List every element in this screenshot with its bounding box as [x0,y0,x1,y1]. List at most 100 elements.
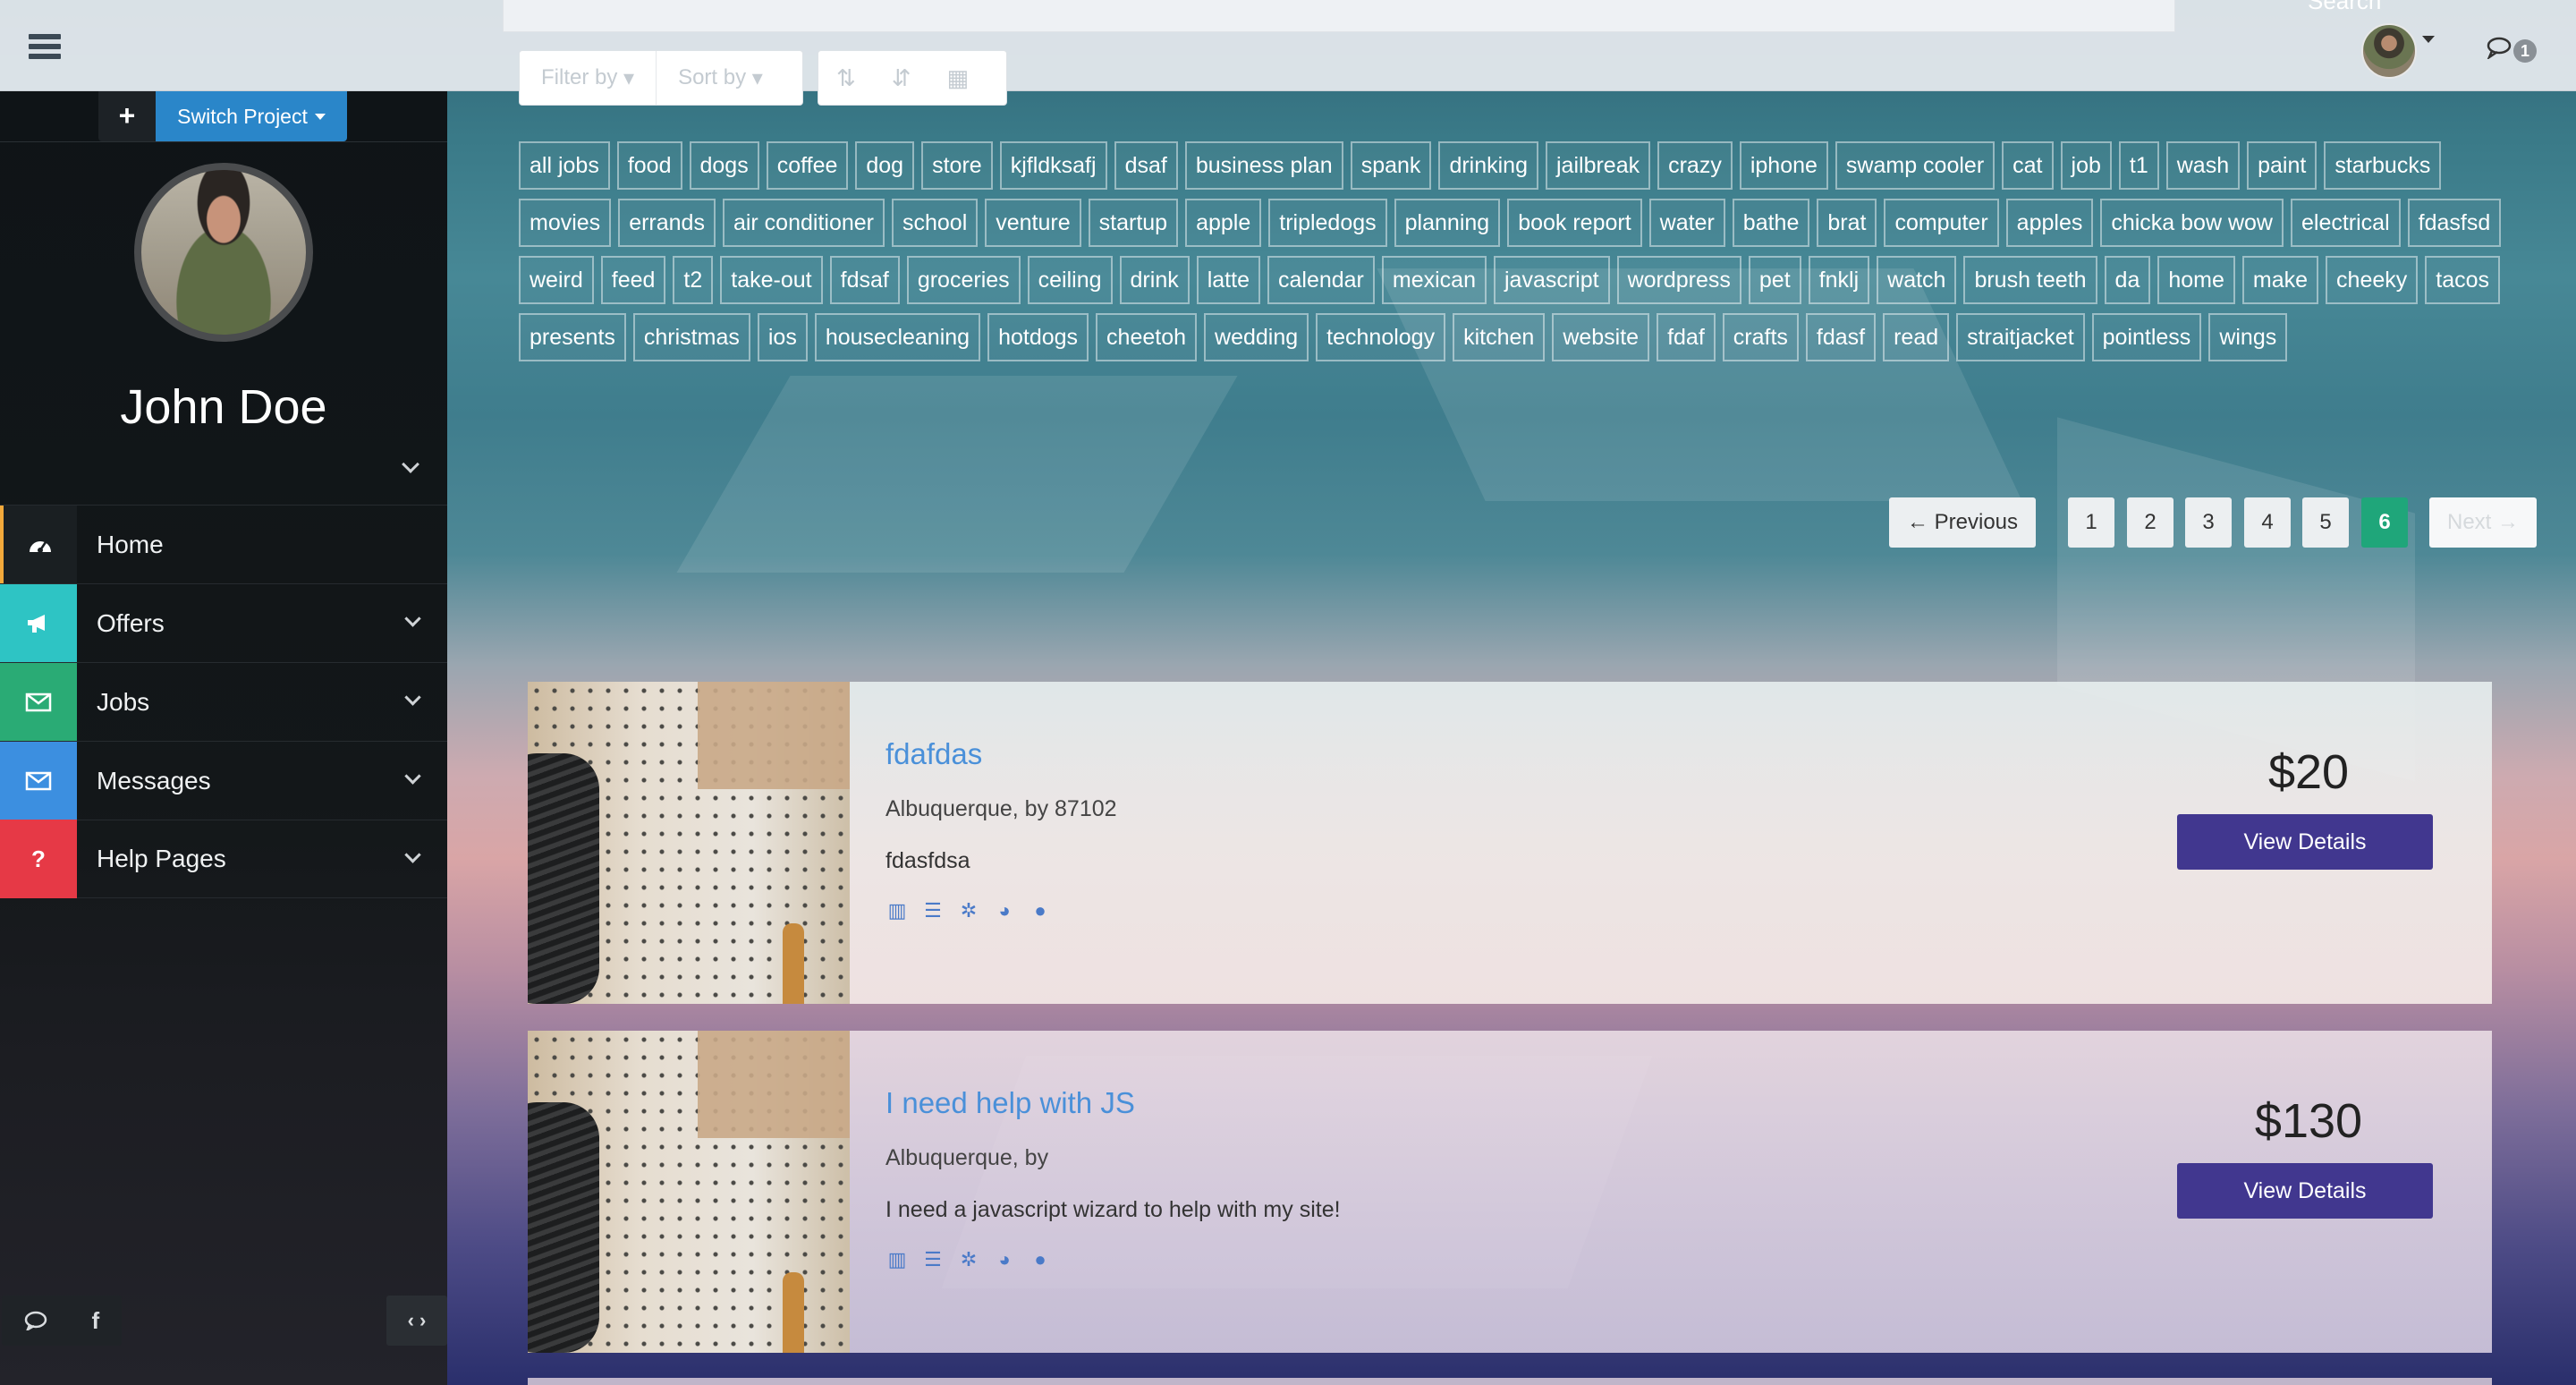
grid-view-icon[interactable]: ▦ [929,51,987,105]
view-details-button[interactable]: View Details [2177,1163,2433,1219]
facebook-icon[interactable]: f [91,1307,99,1335]
tag-button[interactable]: apple [1185,199,1262,247]
chart-icon[interactable]: ▥ [886,1249,909,1270]
sort-by-dropdown[interactable]: Sort by ▾ [657,51,784,105]
tag-button[interactable]: fdaf [1657,313,1716,361]
tag-button[interactable]: cheetoh [1096,313,1198,361]
tag-button[interactable]: swamp cooler [1835,141,1996,190]
tag-button[interactable]: wordpress [1616,256,1741,304]
tag-button[interactable]: christmas [632,313,750,361]
tag-button[interactable]: wedding [1204,313,1309,361]
tag-button[interactable]: straitjacket [1956,313,2085,361]
tag-button[interactable]: fdasf [1805,313,1877,361]
dashboard-icon[interactable]: ◕ [993,1249,1016,1270]
tag-button[interactable]: book report [1507,199,1642,247]
tag-button[interactable]: movies [519,199,612,247]
tag-button[interactable]: wings [2208,313,2288,361]
tag-button[interactable]: ceiling [1027,256,1113,304]
tag-button[interactable]: mexican [1381,256,1487,304]
profile-menu-chevron-icon[interactable] [402,455,419,473]
chat-bubble-icon[interactable] [2487,36,2517,59]
tag-button[interactable]: pointless [2091,313,2202,361]
pagination-page-1[interactable]: 1 [2068,497,2114,548]
tag-button[interactable]: iphone [1739,141,1828,190]
tag-button[interactable]: paint [2247,141,2318,190]
tag-button[interactable]: fnklj [1808,256,1870,304]
search-input[interactable] [503,0,2175,32]
tag-button[interactable]: latte [1196,256,1260,304]
user-icon[interactable]: ● [1029,1249,1052,1270]
tag-button[interactable]: job [2060,141,2112,190]
tag-button[interactable]: wash [2165,141,2241,190]
user-menu-caret-icon[interactable] [2422,36,2435,43]
tag-button[interactable]: water [1648,199,1725,247]
code-toggle-icon[interactable]: ‹ › [386,1296,447,1346]
user-icon[interactable]: ● [1029,900,1052,922]
tag-button[interactable]: drink [1119,256,1190,304]
tag-button[interactable]: electrical [2290,199,2401,247]
add-project-button[interactable]: + [98,91,156,141]
tag-button[interactable]: take-out [720,256,823,304]
tag-button[interactable]: food [616,141,682,190]
tag-button[interactable]: dsaf [1114,141,1178,190]
pagination-previous-button[interactable]: ← Previous [1889,497,2036,548]
tag-button[interactable]: cat [2002,141,2054,190]
tag-button[interactable]: website [1552,313,1650,361]
tag-button[interactable]: hotdogs [987,313,1089,361]
job-title-link[interactable]: I need help with JS [886,1086,1135,1120]
pagination-page-2[interactable]: 2 [2127,497,2174,548]
tag-button[interactable]: fdsaf [829,256,900,304]
list-icon[interactable]: ☰ [921,900,945,922]
tag-button[interactable]: coffee [766,141,849,190]
switch-project-button[interactable]: Switch Project [156,91,347,141]
tag-button[interactable]: home [2157,256,2235,304]
tag-button[interactable]: drinking [1438,141,1538,190]
tag-button[interactable]: crafts [1722,313,1799,361]
tag-button[interactable]: presents [519,313,626,361]
gear-icon[interactable]: ✲ [957,1249,980,1270]
user-avatar[interactable] [2361,23,2417,79]
tag-button[interactable]: ios [757,313,808,361]
tag-button[interactable]: t1 [2118,141,2159,190]
tag-button[interactable]: t2 [673,256,714,304]
sidebar-item-messages[interactable]: Messages [0,741,447,820]
tag-button[interactable]: air conditioner [722,199,885,247]
tag-button[interactable]: fdasfsd [2407,199,2502,247]
tag-button[interactable]: cheeky [2326,256,2419,304]
gear-icon[interactable]: ✲ [957,900,980,922]
tag-button[interactable]: planning [1394,199,1501,247]
tag-button[interactable]: dogs [689,141,759,190]
pagination-next-button[interactable]: Next → [2429,497,2537,548]
pagination-page-4[interactable]: 4 [2244,497,2291,548]
tag-button[interactable]: kjfldksafj [999,141,1107,190]
tag-button[interactable]: computer [1884,199,1999,247]
filter-by-dropdown[interactable]: Filter by ▾ [520,51,657,105]
pagination-page-6-active[interactable]: 6 [2361,497,2408,548]
tag-button[interactable]: housecleaning [814,313,981,361]
tag-button[interactable]: store [921,141,993,190]
tag-button[interactable]: da [2104,256,2151,304]
pagination-page-3[interactable]: 3 [2185,497,2232,548]
sidebar-item-offers[interactable]: Offers [0,583,447,663]
tag-button[interactable]: chicka bow wow [2100,199,2284,247]
tag-button[interactable]: weird [519,256,594,304]
sidebar-item-home[interactable]: Home [0,505,447,584]
sort-descending-icon[interactable]: ⇵ [874,51,929,105]
tag-button[interactable]: calendar [1267,256,1375,304]
dashboard-icon[interactable]: ◕ [993,900,1016,922]
comment-icon[interactable] [24,1311,47,1330]
tag-button[interactable]: brat [1817,199,1877,247]
job-title-link[interactable]: fdafdas [886,737,982,771]
sidebar-item-jobs[interactable]: Jobs [0,662,447,742]
tag-button[interactable]: feed [600,256,666,304]
tag-button[interactable]: tacos [2425,256,2501,304]
tag-button[interactable]: javascript [1493,256,1610,304]
tag-button[interactable]: read [1883,313,1950,361]
tag-button[interactable]: business plan [1184,141,1343,190]
tag-button[interactable]: school [891,199,979,247]
tag-button[interactable]: apples [2005,199,2094,247]
sort-ascending-icon[interactable]: ⇅ [818,51,874,105]
tag-button[interactable]: crazy [1657,141,1733,190]
tag-button[interactable]: startup [1088,199,1179,247]
tag-button[interactable]: jailbreak [1546,141,1651,190]
